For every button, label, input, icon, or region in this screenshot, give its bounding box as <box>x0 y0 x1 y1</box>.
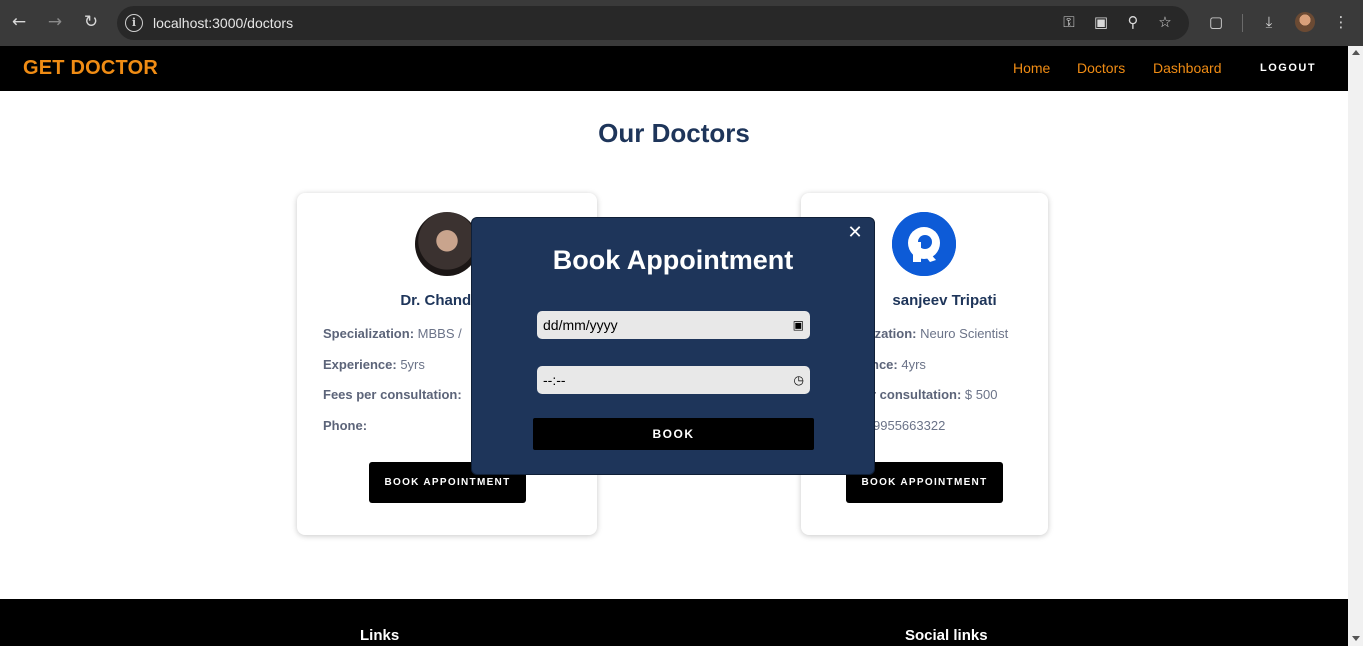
extensions-puzzle-icon[interactable]: ▢ <box>1206 12 1226 32</box>
experience-value: 5yrs <box>400 357 425 372</box>
date-input[interactable]: dd/mm/yyyy ▣ <box>537 311 810 339</box>
experience-label: Experience: <box>323 357 397 372</box>
doctor-specialization: ization: Neuro Scientist <box>871 326 1008 341</box>
logout-button[interactable]: LOGOUT <box>1260 62 1316 74</box>
zoom-icon[interactable]: ⚲ <box>1123 12 1143 32</box>
profile-avatar[interactable] <box>1295 12 1315 32</box>
doctor-avatar <box>415 212 479 276</box>
url-text[interactable]: localhost:3000/doctors <box>153 15 293 31</box>
doctor-specialization: Specialization: MBBS / <box>323 326 462 341</box>
doctor-phone: 9955663322 <box>873 418 945 433</box>
more-menu-icon[interactable]: ⋮ <box>1331 12 1351 32</box>
clock-icon[interactable]: ◷ <box>794 373 804 387</box>
close-icon[interactable]: ✕ <box>846 224 864 242</box>
book-submit-button[interactable]: BOOK <box>533 418 814 450</box>
doctor-logo-icon <box>892 212 956 276</box>
experience-value: 4yrs <box>901 357 926 372</box>
time-input[interactable]: --:-- ◷ <box>537 366 810 394</box>
modal-title: Book Appointment <box>552 245 794 275</box>
toolbar-divider <box>1242 14 1243 32</box>
date-placeholder: dd/mm/yyyy <box>543 317 618 333</box>
bookmark-star-icon[interactable]: ☆ <box>1155 12 1175 32</box>
phone-label: Phone: <box>323 418 368 433</box>
site-navbar: GET DOCTOR Home Doctors Dashboard LOGOUT <box>0 46 1348 91</box>
time-placeholder: --:-- <box>543 372 566 388</box>
fees-label: Fees per consultation: <box>323 387 462 402</box>
address-bar[interactable]: i localhost:3000/doctors <box>117 6 1189 40</box>
back-arrow-icon[interactable]: ← <box>9 12 29 32</box>
scroll-down-icon[interactable] <box>1352 636 1360 641</box>
doctor-fees: Fees per consultation: <box>323 387 462 402</box>
doctor-avatar <box>892 212 956 276</box>
site-info-icon[interactable]: i <box>125 14 143 32</box>
doctor-phone: Phone: <box>323 418 367 433</box>
page-scrollbar[interactable] <box>1348 46 1363 646</box>
nav-link-dashboard[interactable]: Dashboard <box>1153 60 1222 76</box>
experience-label: nce: <box>871 357 898 372</box>
phone-value: 9955663322 <box>873 418 946 433</box>
specialization-label: ization: <box>871 326 917 341</box>
site-footer: Links Social links <box>0 599 1348 646</box>
install-app-icon[interactable]: ▣ <box>1091 12 1111 32</box>
page-title: Our Doctors <box>598 118 750 148</box>
download-icon[interactable]: ⤓ <box>1259 12 1279 32</box>
nav-link-doctors[interactable]: Doctors <box>1077 60 1125 76</box>
book-appointment-modal: ✕ Book Appointment dd/mm/yyyy ▣ --:-- ◷ … <box>471 217 875 475</box>
reload-icon[interactable]: ↻ <box>81 12 101 32</box>
scroll-up-icon[interactable] <box>1352 50 1360 55</box>
doctor-experience: nce: 4yrs <box>871 357 926 372</box>
footer-social-heading: Social links <box>905 627 988 644</box>
specialization-label: Specialization: <box>323 326 415 341</box>
specialization-value: Neuro Scientist <box>920 326 1009 341</box>
fees-label: r consultation: <box>871 387 962 402</box>
fees-value: $ 500 <box>964 387 998 402</box>
footer-links-heading: Links <box>360 627 400 644</box>
specialization-value: MBBS / <box>417 326 462 341</box>
browser-toolbar: ← → ↻ i localhost:3000/doctors ⚿ ▣ ⚲ ☆ ▢… <box>0 0 1363 46</box>
doctor-experience: Experience: 5yrs <box>323 357 425 372</box>
forward-arrow-icon[interactable]: → <box>45 12 65 32</box>
password-key-icon[interactable]: ⚿ <box>1059 12 1079 32</box>
doctor-fees: r consultation: $ 500 <box>871 387 997 402</box>
calendar-icon[interactable]: ▣ <box>793 318 804 332</box>
nav-link-home[interactable]: Home <box>1013 60 1050 76</box>
brand-logo[interactable]: GET DOCTOR <box>23 57 158 80</box>
